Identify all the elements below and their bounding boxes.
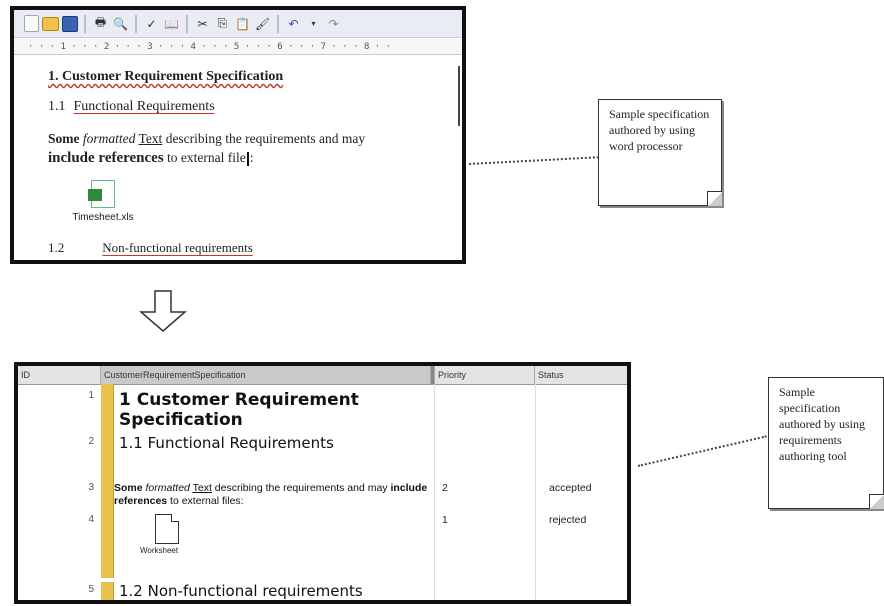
heading-2-text: Functional Requirements (73, 99, 215, 114)
copy-icon[interactable]: ⎘ (214, 15, 231, 32)
heading-1: 1. Customer Requirement Specification (48, 69, 284, 84)
row-marker (101, 418, 114, 470)
print-preview-icon[interactable]: 🔍 (112, 15, 129, 32)
paste-icon[interactable]: 📋 (234, 15, 251, 32)
undo-dropdown-icon[interactable]: ▾ (305, 15, 322, 32)
open-folder-icon[interactable] (42, 16, 59, 31)
excel-file-icon (88, 180, 115, 208)
research-icon[interactable]: 📖 (163, 15, 180, 32)
paragraph-mid1: describing the requirements and may (162, 131, 366, 146)
heading-2-number: 1.1 (48, 99, 66, 114)
heading-3-text: Non-functional requirements (102, 240, 253, 255)
row-text[interactable]: Some formatted Text describing the requi… (114, 482, 434, 508)
text-cursor (246, 151, 249, 166)
page-edge (458, 66, 460, 126)
paragraph: Some formatted Text describing the requi… (48, 129, 388, 168)
word-processor-window: 🖶 🔍 ✓ 📖 ✂ ⎘ 📋 🖌 ↶ ▾ ↷ · · · 1 · · · 2 · … (10, 6, 466, 264)
column-header-status[interactable]: Status (535, 366, 627, 384)
toolbar-separator (135, 14, 137, 33)
spell-check-icon[interactable]: ✓ (143, 15, 160, 32)
row-marker (101, 582, 114, 600)
requirements-tool-window: ID CustomerRequirementSpecification Prio… (14, 362, 631, 604)
callout-line (468, 156, 599, 165)
row-id: 4 (88, 514, 94, 525)
paragraph-mid2: to external file (163, 150, 246, 165)
format-painter-icon[interactable]: 🖌 (254, 15, 271, 32)
print-icon[interactable]: 🖶 (92, 15, 109, 32)
heading-3-number: 1.2 (48, 240, 65, 255)
toolbar-separator (186, 14, 188, 33)
priority-cell[interactable]: 2 (442, 482, 448, 494)
callout-line (637, 435, 767, 467)
new-document-icon[interactable] (24, 15, 39, 32)
redo-icon[interactable]: ↷ (325, 15, 342, 32)
word-text: Text (192, 482, 212, 494)
grid-line (434, 384, 435, 600)
row-marker (101, 510, 114, 578)
attachment-label: Timesheet.xls (72, 212, 134, 223)
ruler[interactable]: · · · 1 · · · 2 · · · 3 · · · 4 · · · 5 … (14, 39, 462, 55)
word-formatted: formatted (82, 131, 136, 146)
row-id: 5 (88, 584, 94, 595)
cut-icon[interactable]: ✂ (194, 15, 211, 32)
status-cell[interactable]: rejected (549, 514, 586, 526)
status-cell[interactable]: accepted (549, 482, 592, 494)
toolbar-separator (84, 14, 86, 33)
row-id: 2 (88, 436, 94, 447)
arrow-down-icon (139, 290, 187, 332)
attachment-label: Worksheet (140, 546, 179, 555)
word-include-references: include references (48, 150, 164, 166)
toolbar-separator (277, 14, 279, 33)
save-icon[interactable] (62, 15, 78, 32)
word-formatted: formatted (145, 482, 190, 494)
row-text[interactable]: 1.2 Non-functional requirements (119, 582, 363, 600)
row-id: 1 (88, 390, 94, 401)
paragraph-end: : (249, 150, 254, 165)
word-some: Some (48, 131, 80, 146)
attachment[interactable]: Timesheet.xls (68, 180, 138, 223)
note-word-processor: Sample specification authored by using w… (598, 99, 722, 206)
row-text[interactable]: 1 Customer Requirement Specification (119, 390, 379, 430)
row-text-mid2: to external files: (167, 495, 244, 507)
column-header-id[interactable]: ID (18, 366, 101, 384)
row-text[interactable]: 1.1 Functional Requirements (119, 434, 334, 452)
heading-3: 1.2 Non-functional requirements (48, 240, 253, 256)
row-id: 3 (88, 482, 94, 493)
document-icon[interactable] (155, 514, 179, 544)
undo-icon[interactable]: ↶ (285, 15, 302, 32)
column-header-specification[interactable]: CustomerRequirementSpecification (101, 366, 431, 384)
note-requirements-tool: Sample specification authored by using r… (768, 377, 884, 509)
priority-cell[interactable]: 1 (442, 514, 448, 526)
grid-header: ID CustomerRequirementSpecification Prio… (18, 366, 627, 385)
toolbar: 🖶 🔍 ✓ 📖 ✂ ⎘ 📋 🖌 ↶ ▾ ↷ (14, 10, 462, 38)
row-text-mid1: describing the requirements and may (211, 482, 391, 494)
word-some: Some (114, 482, 143, 494)
row-marker (101, 470, 114, 510)
column-header-priority[interactable]: Priority (435, 366, 535, 384)
heading-2: 1.1 Functional Requirements (48, 99, 215, 115)
document-body[interactable]: 1. Customer Requirement Specification 1.… (14, 56, 462, 260)
word-text: Text (138, 131, 163, 146)
grid-line (535, 384, 536, 600)
